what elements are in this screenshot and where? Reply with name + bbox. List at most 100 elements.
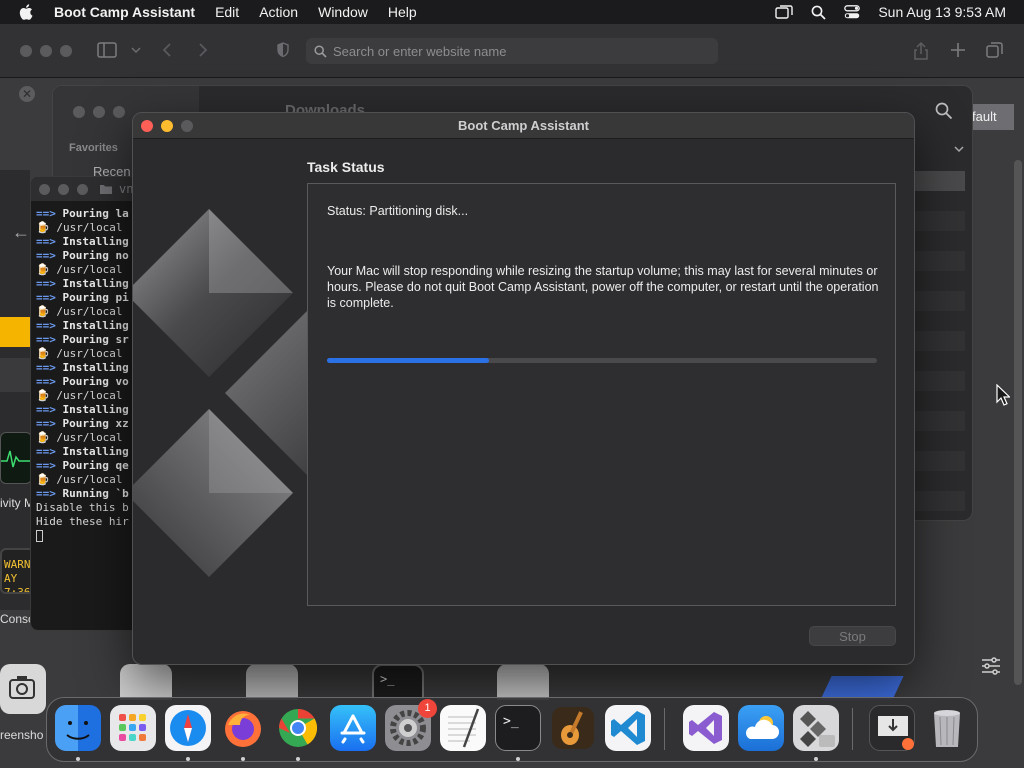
progress-bar xyxy=(327,358,877,363)
window-titlebar[interactable]: Boot Camp Assistant xyxy=(133,113,914,139)
app-tile[interactable] xyxy=(0,358,30,392)
beer-icon: 🍺 xyxy=(36,305,50,318)
accessibility-peek-icon xyxy=(497,664,549,700)
terminal-arrow: ==> xyxy=(36,361,56,374)
menubar-clock[interactable]: Sun Aug 13 9:53 AM xyxy=(878,4,1006,20)
terminal-close-dot[interactable] xyxy=(39,184,50,195)
status-text: Status: Partitioning disk... xyxy=(327,204,469,218)
sliders-icon[interactable] xyxy=(980,655,1002,677)
menu-help[interactable]: Help xyxy=(388,4,417,20)
default-button[interactable]: fault xyxy=(968,104,1014,130)
list-item[interactable] xyxy=(915,371,965,391)
firefox-icon[interactable] xyxy=(220,705,266,751)
cloud-app-icon[interactable] xyxy=(738,705,784,751)
terminal-text: Pouring sr xyxy=(62,333,129,346)
running-indicator xyxy=(186,757,190,761)
list-item[interactable] xyxy=(915,331,965,351)
boot-camp-assistant-icon[interactable] xyxy=(793,705,839,751)
terminal-arrow: ==> xyxy=(36,487,56,500)
terminal-text: /usr/local xyxy=(56,221,123,234)
terminal-zoom-dot[interactable] xyxy=(77,184,88,195)
display-mirror-icon[interactable] xyxy=(775,5,794,19)
task-status-heading: Task Status xyxy=(307,159,385,175)
terminal-arrow: ==> xyxy=(36,207,56,220)
vscode-icon[interactable] xyxy=(605,705,651,751)
terminal-peek-icon: >_ xyxy=(372,664,424,700)
list-item[interactable] xyxy=(915,291,965,311)
beer-icon: 🍺 xyxy=(36,347,50,360)
visual-studio-icon[interactable] xyxy=(683,705,729,751)
privacy-shield-icon[interactable] xyxy=(276,41,290,59)
terminal-arrow: ==> xyxy=(36,235,56,248)
safari-icon[interactable] xyxy=(165,705,211,751)
progress-bar-fill xyxy=(327,358,490,363)
browser-close-dot[interactable] xyxy=(20,45,32,57)
dock: 1 >_ xyxy=(46,697,978,762)
list-item[interactable] xyxy=(915,251,965,271)
finder-minimize-dot[interactable] xyxy=(93,106,105,118)
activity-monitor-icon[interactable] xyxy=(0,432,32,484)
dock-separator xyxy=(852,708,853,750)
textedit-icon[interactable] xyxy=(440,705,486,751)
sidebar-toggle-icon[interactable] xyxy=(97,41,119,59)
boot-camp-window: Boot Camp Assistant Task Status Status: … xyxy=(132,112,915,665)
back-arrow-icon[interactable] xyxy=(160,41,174,59)
warning-message: Your Mac will stop responding while resi… xyxy=(327,264,879,310)
menu-action[interactable]: Action xyxy=(259,4,298,20)
finder-icon[interactable] xyxy=(55,705,101,751)
menu-window[interactable]: Window xyxy=(318,4,368,20)
terminal-text: Installing xyxy=(62,445,129,458)
terminal-text: Installing xyxy=(62,277,129,290)
chrome-icon[interactable] xyxy=(275,705,321,751)
address-placeholder: Search or enter website name xyxy=(333,43,507,59)
garageband-icon[interactable] xyxy=(550,705,596,751)
finder-close-dot[interactable] xyxy=(73,106,85,118)
app-store-icon[interactable] xyxy=(330,705,376,751)
terminal-arrow: ==> xyxy=(36,319,56,332)
terminal-text: /usr/local xyxy=(56,431,123,444)
menu-edit[interactable]: Edit xyxy=(215,4,239,20)
stop-button[interactable]: Stop xyxy=(809,626,896,646)
list-item[interactable] xyxy=(915,171,965,191)
list-item[interactable] xyxy=(915,411,965,431)
screenshot-icon[interactable] xyxy=(0,664,46,714)
app-tile[interactable] xyxy=(0,317,30,347)
browser-minimize-dot[interactable] xyxy=(40,45,52,57)
terminal-text: Disable this b xyxy=(36,501,129,514)
beer-icon: 🍺 xyxy=(36,389,50,402)
beer-icon: 🍺 xyxy=(36,473,50,486)
close-icon[interactable]: ✕ xyxy=(19,86,35,102)
scrollbar[interactable] xyxy=(1014,160,1022,685)
launchpad-icon[interactable] xyxy=(110,705,156,751)
apple-menu-icon[interactable] xyxy=(18,3,36,21)
finder-zoom-dot[interactable] xyxy=(113,106,125,118)
new-tab-plus-icon[interactable] xyxy=(949,41,967,59)
list-item[interactable] xyxy=(915,211,965,231)
address-bar[interactable]: Search or enter website name xyxy=(306,38,718,64)
chevron-down-icon[interactable] xyxy=(130,41,142,59)
terminal-text: /usr/local xyxy=(56,263,123,276)
running-indicator xyxy=(76,757,80,761)
list-item[interactable] xyxy=(915,451,965,471)
control-center-icon[interactable] xyxy=(844,5,861,19)
terminal-icon[interactable]: >_ xyxy=(495,705,541,751)
browser-toolbar: Search or enter website name xyxy=(0,24,1024,78)
terminal-minimize-dot[interactable] xyxy=(58,184,69,195)
forward-arrow-icon[interactable] xyxy=(196,41,210,59)
share-icon[interactable] xyxy=(912,41,930,61)
back-arrow-icon[interactable]: ← xyxy=(12,222,30,243)
tab-overview-icon[interactable] xyxy=(986,41,1004,59)
list-item[interactable] xyxy=(915,491,965,511)
terminal-text: Installing xyxy=(62,319,129,332)
window-title: Boot Camp Assistant xyxy=(458,118,589,133)
terminal-arrow: ==> xyxy=(36,417,56,430)
chevron-down-icon[interactable] xyxy=(953,144,965,154)
trash-icon[interactable] xyxy=(924,705,970,751)
spotlight-search-icon[interactable] xyxy=(811,5,826,20)
search-icon[interactable] xyxy=(935,102,953,120)
folder-icon xyxy=(100,185,112,194)
app-menu[interactable]: Boot Camp Assistant xyxy=(54,4,195,20)
system-settings-icon[interactable]: 1 xyxy=(385,699,437,751)
browser-zoom-dot[interactable] xyxy=(60,45,72,57)
downloads-stack-icon[interactable] xyxy=(869,705,915,751)
